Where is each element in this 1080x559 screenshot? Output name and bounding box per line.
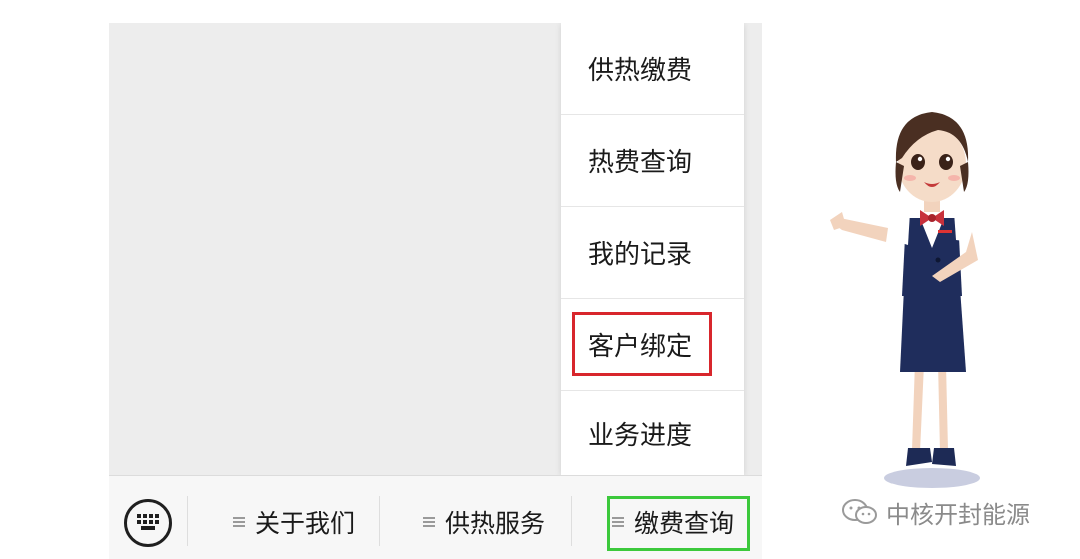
menu-item-fee-query[interactable]: 热费查询 — [561, 115, 744, 207]
menu-item-label: 供热缴费 — [588, 56, 693, 86]
menu-item-label: 热费查询 — [588, 148, 693, 178]
divider — [379, 496, 380, 546]
green-highlight-box — [607, 496, 750, 551]
customer-service-girl-illustration — [830, 112, 980, 488]
menu-item-customer-binding[interactable]: 客户绑定 — [561, 299, 744, 391]
wechat-screen: 供热缴费 热费查询 我的记录 客户绑定 业务进度 关于我们 供热服务 缴费查询 — [109, 23, 762, 559]
red-highlight-box — [572, 312, 712, 376]
menu-item-label: 业务进度 — [588, 420, 693, 451]
menu-item-label: 我的记录 — [588, 240, 693, 270]
keyboard-icon[interactable] — [124, 499, 172, 547]
menu-lines-icon — [422, 517, 435, 527]
wechat-icon — [842, 499, 877, 524]
watermark: 中核开封能源 — [840, 492, 1030, 532]
menu-item-my-records[interactable]: 我的记录 — [561, 207, 744, 299]
menu-lines-icon — [232, 517, 245, 527]
tab-about-us[interactable]: 关于我们 — [209, 494, 379, 550]
bottom-menu-bar: 关于我们 供热服务 缴费查询 — [109, 475, 762, 559]
divider — [187, 496, 188, 546]
tab-label: 供热服务 — [444, 509, 545, 538]
menu-item-heating-payment[interactable]: 供热缴费 — [561, 23, 744, 115]
tab-label: 关于我们 — [254, 509, 355, 538]
menu-item-business-progress[interactable]: 业务进度 — [561, 391, 744, 475]
watermark-text: 中核开封能源 — [886, 500, 1030, 529]
divider — [571, 496, 572, 546]
tab-heating-service[interactable]: 供热服务 — [399, 494, 569, 550]
submenu-popup: 供热缴费 热费查询 我的记录 客户绑定 业务进度 — [561, 23, 744, 475]
